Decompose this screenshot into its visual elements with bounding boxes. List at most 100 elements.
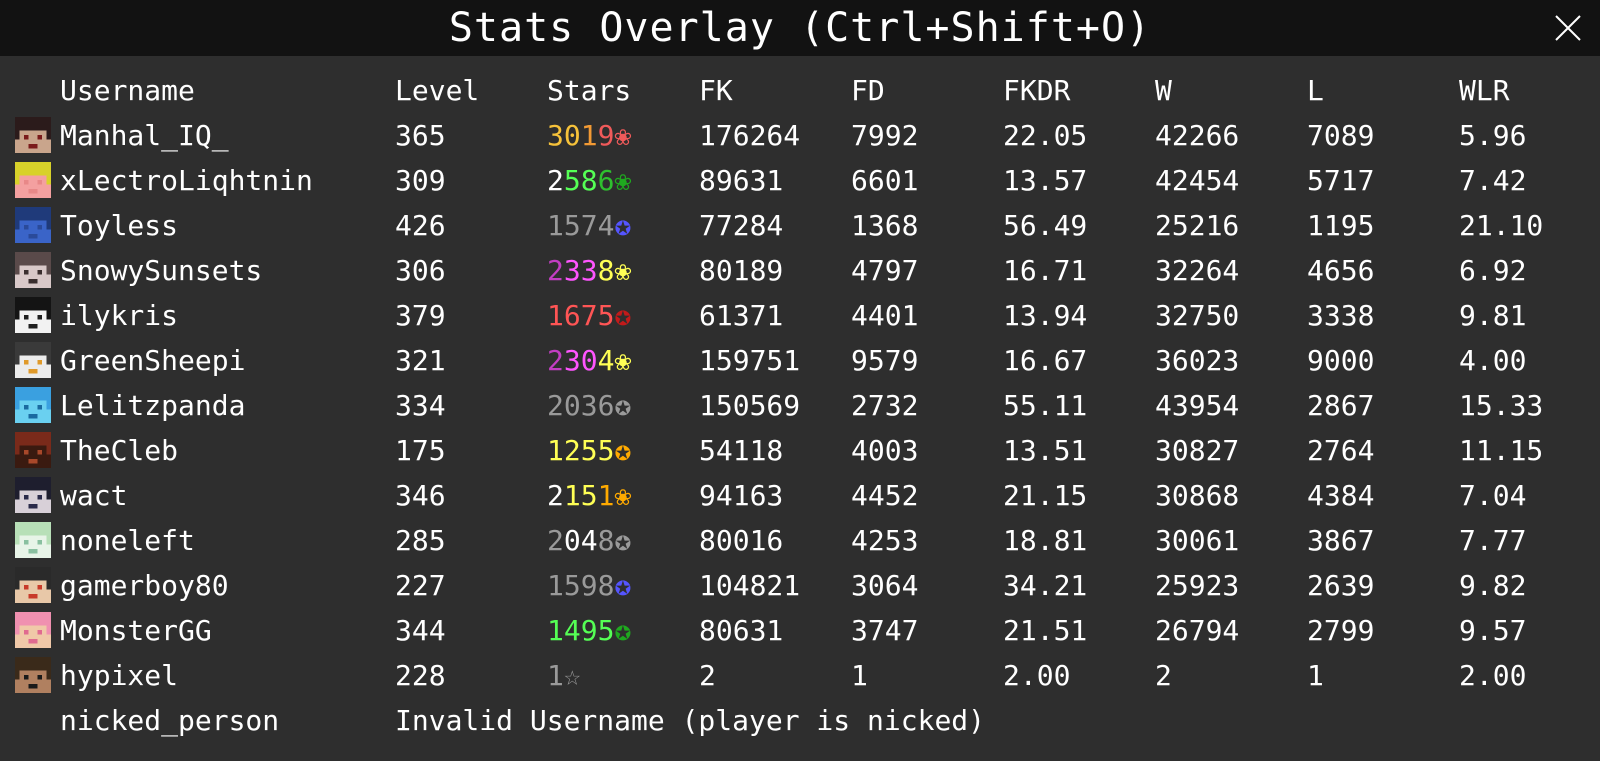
cell-stars: 1☆ [547,653,581,698]
cell-fk: 54118 [699,434,784,467]
nicked-row: nicked_person Invalid Username (player i… [0,698,1600,743]
cell-level: 285 [395,524,446,557]
cell-fkdr: 16.71 [1003,254,1088,287]
cell-losses: 2764 [1307,434,1375,467]
table-row: noneleft 285 80016 4253 18.81 30061 3867 7.77 20… [0,518,1600,563]
stars-segment: ✪ [614,209,632,242]
stars-segment: 2 [547,344,564,377]
table-row: xLectroLiqhtnin 309 89631 6601 13.57 42454 571… [0,158,1600,203]
cell-username: Manhal_IQ_ [60,119,229,152]
cell-fd: 3064 [851,569,919,602]
cell-fkdr: 2.00 [1003,659,1071,692]
cell-fd: 1368 [851,209,919,242]
table-row: GreenSheepi 321 159751 9579 16.67 36023 9000 4.… [0,338,1600,383]
avatar [15,207,51,243]
stars-segment: ☆ [563,659,581,692]
cell-fkdr: 22.05 [1003,119,1088,152]
title-bar: Stats Overlay (Ctrl+Shift+O) [0,0,1600,56]
stars-segment: 1675 [547,299,615,332]
cell-wlr: 6.92 [1459,254,1527,287]
stars-segment: 3 [580,254,598,287]
stars-segment: 1 [547,659,564,692]
cell-wlr: 15.33 [1459,389,1544,422]
cell-wins: 30061 [1155,524,1240,557]
stats-table: Username Level Stars FK FD FKDR W L WLR … [0,68,1600,743]
cell-level: 346 [395,479,446,512]
cell-stars: 3019❀ [547,113,631,158]
cell-fd: 1 [851,659,868,692]
cell-fkdr: 56.49 [1003,209,1088,242]
stars-segment: ❀ [614,254,632,287]
cell-fk: 80631 [699,614,784,647]
cell-wins: 42454 [1155,164,1240,197]
stars-segment: 8 [580,164,598,197]
cell-wins: 30827 [1155,434,1240,467]
cell-fk: 150569 [699,389,801,422]
cell-username: gamerboy80 [60,569,229,602]
column-header-l: L [1307,74,1324,107]
cell-stars: 2151❀ [547,473,631,518]
nicked-error-message: Invalid Username (player is nicked) [395,704,986,737]
avatar [15,612,51,648]
cell-stars: 1495✪ [547,608,631,653]
cell-losses: 4656 [1307,254,1375,287]
cell-wlr: 7.04 [1459,479,1527,512]
cell-losses: 1 [1307,659,1324,692]
stars-segment: 2 [547,524,564,557]
cell-level: 227 [395,569,446,602]
cell-stars: 2048✪ [547,518,631,563]
cell-level: 228 [395,659,446,692]
stars-segment: 0 [580,344,598,377]
column-header-level: Level [395,74,480,107]
cell-level: 426 [395,209,446,242]
cell-level: 334 [395,389,446,422]
cell-wins: 32750 [1155,299,1240,332]
avatar [15,252,51,288]
cell-wlr: 9.81 [1459,299,1527,332]
table-row: MonsterGG 344 80631 3747 21.51 26794 2799 9.57 1… [0,608,1600,653]
column-header-wlr: WLR [1459,74,1510,107]
cell-level: 175 [395,434,446,467]
table-row: Manhal_IQ_ 365 176264 7992 22.05 42266 7089 5.9… [0,113,1600,158]
cell-username: SnowySunsets [60,254,263,287]
cell-wins: 2 [1155,659,1172,692]
cell-username: TheCleb [60,434,179,467]
cell-wlr: 4.00 [1459,344,1527,377]
cell-wins: 32264 [1155,254,1240,287]
cell-fkdr: 55.11 [1003,389,1088,422]
cell-username: ilykris [60,299,179,332]
stars-segment: 2 [547,254,564,287]
cell-level: 309 [395,164,446,197]
avatar [15,297,51,333]
stars-segment: ✪ [614,569,632,602]
stars-segment: 3 [563,344,581,377]
cell-fkdr: 13.51 [1003,434,1088,467]
stars-segment: ✪ [614,434,632,467]
cell-fd: 4452 [851,479,919,512]
column-header-fkdr: FKDR [1003,74,1071,107]
player-rows: Manhal_IQ_ 365 176264 7992 22.05 42266 7089 5.9… [0,113,1600,698]
stars-segment: 1255 [547,434,615,467]
cell-username: GreenSheepi [60,344,246,377]
cell-fkdr: 13.94 [1003,299,1088,332]
stars-segment: 4 [597,344,615,377]
cell-stars: 2304❀ [547,338,631,383]
stars-segment: 5 [580,479,598,512]
cell-level: 379 [395,299,446,332]
stars-segment: ❀ [614,164,632,197]
stars-segment: 6 [597,164,615,197]
close-icon[interactable] [1554,14,1582,42]
avatar [15,567,51,603]
cell-fd: 3747 [851,614,919,647]
cell-wins: 25923 [1155,569,1240,602]
cell-losses: 5717 [1307,164,1375,197]
table-row: Toyless 426 77284 1368 56.49 25216 1195 21.10 15… [0,203,1600,248]
cell-fk: 94163 [699,479,784,512]
cell-fkdr: 21.15 [1003,479,1088,512]
cell-fk: 80016 [699,524,784,557]
avatar [15,432,51,468]
cell-fk: 2 [699,659,716,692]
cell-fd: 4797 [851,254,919,287]
column-header-username: Username [60,74,195,107]
cell-stars: 2338❀ [547,248,631,293]
